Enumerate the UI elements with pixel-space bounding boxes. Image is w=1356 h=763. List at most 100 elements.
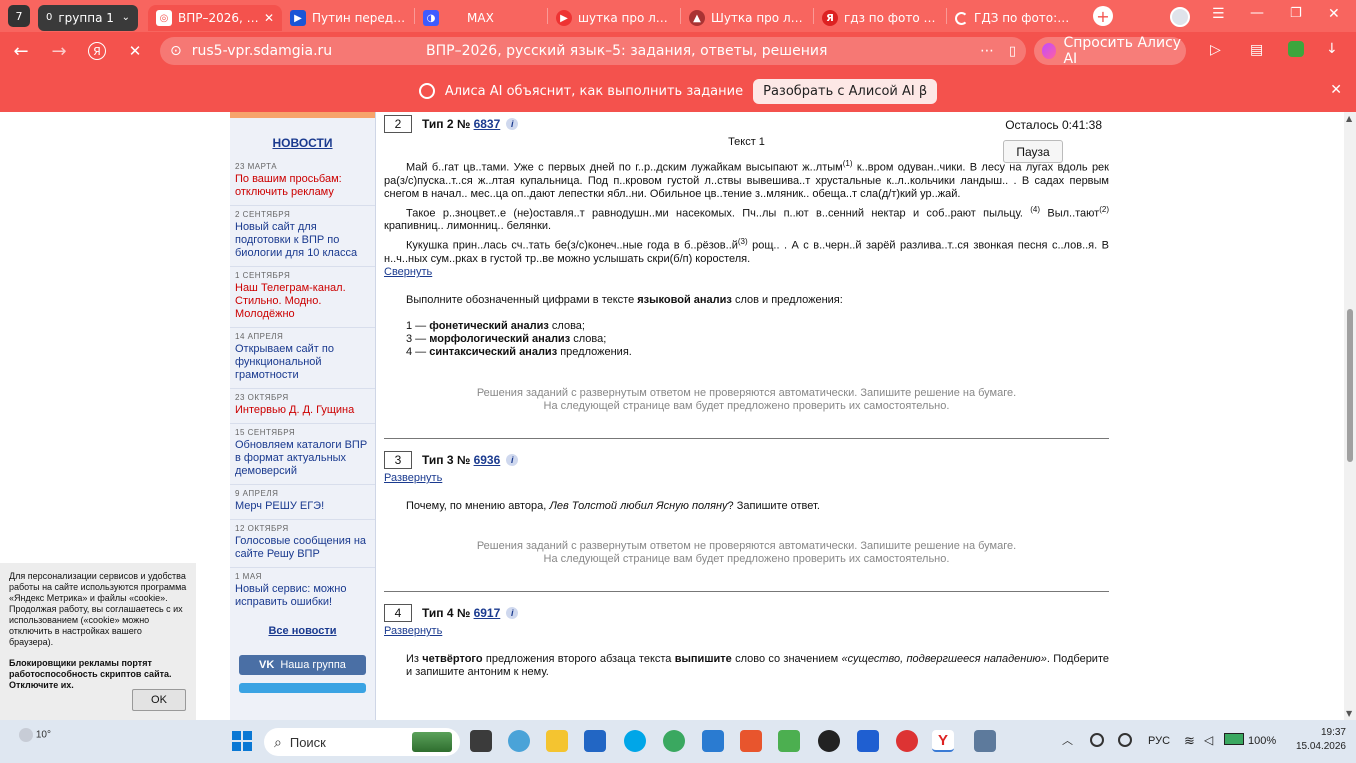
collapse-link[interactable]: Свернуть [384, 266, 1109, 278]
news-link[interactable]: Голосовые сообщения на сайте Решу ВПР [235, 535, 371, 561]
all-news-link[interactable]: Все новости [230, 625, 375, 637]
task-id-link[interactable]: 6837 [474, 117, 501, 131]
tab-max[interactable]: ◑ MAX [415, 5, 547, 31]
page-scrollbar[interactable]: ▲ ▼ [1344, 112, 1356, 720]
profile-icon[interactable] [1170, 7, 1190, 27]
news-item[interactable]: 12 октября Голосовые сообщения на сайте Р… [230, 520, 375, 568]
telegram-button[interactable] [239, 683, 366, 693]
reader-icon[interactable]: ▤ [1250, 42, 1263, 58]
play-video-icon[interactable]: ▷ [1210, 42, 1221, 58]
tab-joke-2[interactable]: ▲ Шутка про лину: [681, 5, 813, 31]
tray-icon[interactable] [1090, 733, 1104, 747]
volume-icon[interactable]: ◁ [1204, 733, 1213, 747]
news-link[interactable]: Открываем сайт по функциональной грамотн… [235, 343, 371, 382]
tab-putin[interactable]: ▶ Путин передает г [282, 5, 414, 31]
weather-widget[interactable]: 10° [10, 728, 60, 742]
minimize-icon[interactable]: — [1250, 5, 1264, 21]
text-run: Почему, по мнению автора, [406, 499, 550, 512]
yandex-browser-icon[interactable]: Y [932, 730, 954, 752]
alice-analyze-button[interactable]: Разобрать с Алисой AI β [753, 78, 938, 104]
news-link[interactable]: Мерч РЕШУ ЕГЭ! [235, 500, 371, 513]
forward-icon[interactable]: → [40, 32, 78, 70]
sidebar-top-strip [230, 112, 375, 118]
close-icon[interactable]: ✕ [1330, 82, 1342, 98]
back-icon[interactable]: ← [2, 32, 40, 70]
more-icon[interactable]: ⋯ [980, 43, 994, 59]
app-icon[interactable] [702, 730, 724, 752]
battery-icon[interactable] [1224, 733, 1244, 745]
scroll-up-icon[interactable]: ▲ [1346, 114, 1352, 123]
news-date: 9 апреля [235, 489, 279, 498]
tray-icon[interactable] [1118, 733, 1132, 747]
task-id-link[interactable]: 6936 [474, 453, 501, 467]
expand-link[interactable]: Развернуть [384, 625, 1109, 637]
news-link[interactable]: Наш Телеграм-канал. Стильно. Модно. Моло… [235, 282, 371, 321]
file-explorer-icon[interactable] [546, 730, 568, 752]
menu-icon[interactable]: ☰ [1212, 6, 1225, 22]
tab-group-counter[interactable]: 7 [8, 5, 30, 27]
news-link[interactable]: По вашим просьбам: отключить рекламу [235, 173, 371, 199]
tab-gdz-2[interactable]: ГДЗ по фото: сфо [947, 5, 1079, 31]
search-highlight-icon [412, 732, 452, 752]
app-icon[interactable] [740, 730, 762, 752]
news-item[interactable]: 1 сентября Наш Телеграм-канал. Стильно. М… [230, 267, 375, 328]
task-view-icon[interactable] [470, 730, 492, 752]
news-link[interactable]: Интервью Д. Д. Гущина [235, 404, 371, 417]
taskbar-search[interactable]: ⌕ Поиск [264, 728, 460, 756]
app-icon[interactable] [974, 730, 996, 752]
chevron-up-icon[interactable]: ︿ [1062, 732, 1073, 748]
news-link[interactable]: Обновляем каталоги ВПР в формат актуальн… [235, 439, 371, 478]
expand-link[interactable]: Развернуть [384, 472, 1109, 484]
window-close-icon[interactable]: ✕ [1328, 6, 1340, 22]
news-item[interactable]: 23 октября Интервью Д. Д. Гущина [230, 389, 375, 424]
new-tab-icon[interactable]: + [1093, 6, 1113, 26]
app-icon[interactable] [857, 730, 879, 752]
divider [384, 590, 1109, 592]
vk-group-label: Наша группа [280, 659, 346, 671]
news-link[interactable]: Новый сайт для подготовки к ВПР по биоло… [235, 221, 371, 260]
tab-vpr[interactable]: ◎ ВПР–2026, рус ✕ [148, 5, 282, 31]
news-heading[interactable]: НОВОСТИ [230, 136, 375, 150]
skype-icon[interactable] [624, 730, 646, 752]
windows-start-icon[interactable] [232, 731, 252, 751]
info-icon[interactable]: i [506, 118, 519, 130]
site-info-icon[interactable]: ⊙ [170, 43, 182, 59]
news-item[interactable]: 9 апреля Мерч РЕШУ ЕГЭ! [230, 485, 375, 520]
clock[interactable]: 19:37 15.04.2026 [1296, 726, 1346, 754]
close-icon[interactable]: ✕ [264, 11, 274, 25]
edge-icon[interactable] [508, 730, 530, 752]
cookie-ok-button[interactable]: OK [132, 689, 186, 711]
app-icon[interactable] [663, 730, 685, 752]
info-icon[interactable]: i [506, 606, 519, 619]
url-field[interactable]: ⊙ rus5-vpr.sdamgia.ru ВПР–2026, русский … [160, 37, 1026, 65]
news-item[interactable]: 14 апреля Открываем сайт по функционально… [230, 328, 375, 389]
tab-joke-1[interactable]: ▶ шутка про лину: 2 [548, 5, 680, 31]
scroll-down-icon[interactable]: ▼ [1346, 709, 1352, 718]
language-indicator[interactable]: РУС [1148, 735, 1170, 747]
download-icon[interactable]: ↓ [1326, 41, 1338, 57]
footnote-mark: (2) [1099, 204, 1109, 214]
info-icon[interactable]: i [506, 453, 519, 466]
tab-group-1[interactable]: 0 группа 1 ⌄ [38, 4, 138, 31]
pause-button[interactable]: Пауза [1003, 140, 1063, 163]
store-icon[interactable] [584, 730, 606, 752]
wifi-icon[interactable]: ≋ [1184, 733, 1195, 749]
news-item[interactable]: 2 сентября Новый сайт для подготовки к ВП… [230, 206, 375, 267]
vk-group-button[interactable]: VK Наша группа [239, 655, 366, 675]
restore-icon[interactable]: ❐ [1290, 6, 1302, 21]
yandex-home-icon[interactable]: Я [78, 32, 116, 70]
news-link[interactable]: Новый сервис: можно исправить ошибки! [235, 583, 371, 609]
stop-loading-icon[interactable]: ✕ [116, 32, 154, 70]
news-item[interactable]: 1 мая Новый сервис: можно исправить ошибк… [230, 568, 375, 615]
scroll-thumb[interactable] [1347, 309, 1353, 462]
media-player-icon[interactable] [818, 730, 840, 752]
ask-alice-button[interactable]: Спросить Алису AI [1034, 35, 1186, 67]
extension-icon[interactable] [1288, 41, 1304, 57]
bookmark-icon[interactable]: ▯ [1009, 44, 1016, 59]
app-icon[interactable] [778, 730, 800, 752]
app-icon[interactable] [896, 730, 918, 752]
task-id-link[interactable]: 6917 [474, 606, 501, 620]
news-item[interactable]: 15 сентября Обновляем каталоги ВПР в форм… [230, 424, 375, 485]
news-item[interactable]: 23 марта По вашим просьбам: отключить рек… [230, 158, 375, 206]
tab-gdz-1[interactable]: Я гдз по фото — Янд [814, 5, 946, 31]
